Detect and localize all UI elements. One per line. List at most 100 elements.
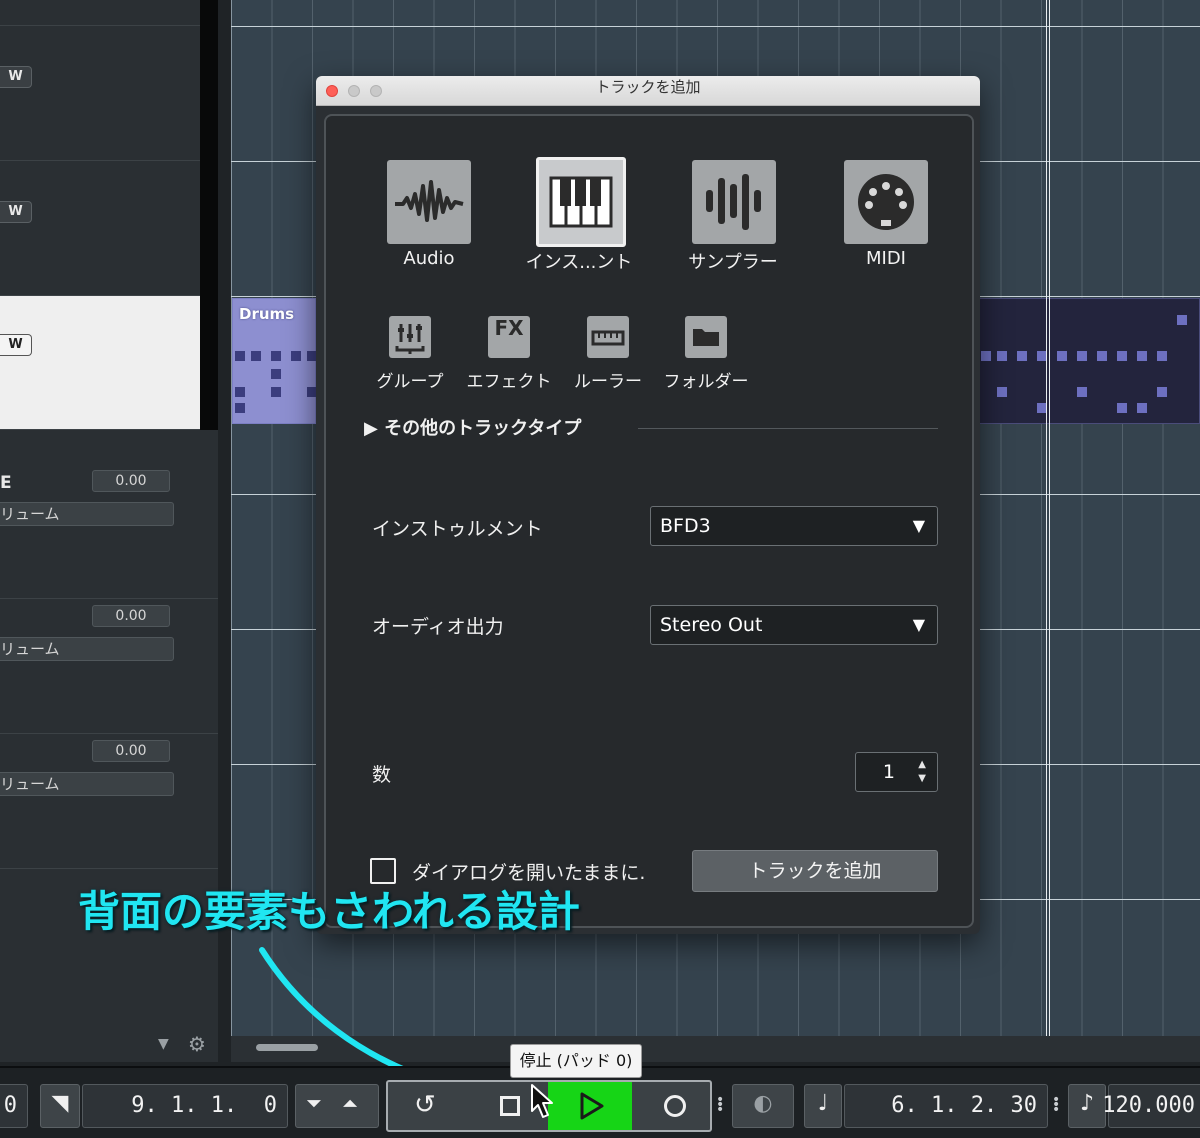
folder-icon (693, 329, 719, 346)
track-type-folder[interactable] (685, 316, 727, 358)
audio-output-select[interactable]: Stereo Out ▼ (650, 605, 938, 645)
midi-note (1077, 387, 1087, 397)
moon-icon: ◐ (753, 1091, 773, 1116)
midi-note (997, 351, 1007, 361)
stepper-up-icon[interactable]: ▲ (918, 759, 926, 770)
track-type-instrument[interactable] (536, 157, 626, 247)
play-button[interactable] (548, 1082, 632, 1130)
playhead-cursor[interactable] (1046, 0, 1050, 1036)
punch-buttons[interactable]: ⏷⏶ (295, 1084, 379, 1128)
midi-note (1137, 403, 1147, 413)
position-counter[interactable]: 0 (0, 1084, 28, 1128)
midi-note (997, 387, 1007, 397)
add-track-dialog: トラックを追加 Audio インス...ント サンプラー MIDI グループ F… (316, 76, 980, 934)
track-row[interactable]: W (0, 161, 218, 296)
track-row[interactable]: 0.00 リューム (0, 599, 218, 734)
right-locator-field[interactable]: 6. 1. 2. 30 (844, 1084, 1048, 1128)
midi-part[interactable] (978, 298, 1200, 424)
instrument-select[interactable]: BFD3 ▼ (650, 506, 938, 546)
instrument-label: インストゥルメント (372, 518, 543, 540)
track-row[interactable]: E 0.00 リューム (0, 464, 218, 599)
stepper-down-icon[interactable]: ▼ (918, 773, 926, 784)
section-rule (638, 428, 938, 429)
track-value-field[interactable]: 0.00 (92, 740, 170, 762)
volume-lane[interactable]: リューム (0, 502, 174, 526)
track-value-field[interactable]: 0.00 (92, 470, 170, 492)
track-type-sampler[interactable] (692, 160, 776, 244)
dropdown-arrow-icon: ▼ (912, 516, 925, 535)
audio-output-value: Stereo Out (660, 614, 763, 636)
track-type-label: エフェクト (466, 372, 552, 392)
right-locator-value: 6. 1. 2. 30 (891, 1093, 1037, 1118)
track-type-label: Audio (403, 248, 455, 269)
separator-grip-icon: • • • (1052, 1092, 1061, 1118)
midi-note (291, 351, 301, 361)
track-value-field[interactable]: 0.00 (92, 605, 170, 627)
tempo-note-icon: ♪ (1079, 1091, 1095, 1116)
track-type-effect[interactable]: FX (488, 316, 530, 358)
horizontal-scrollbar[interactable] (256, 1044, 318, 1051)
track-type-group[interactable] (389, 316, 431, 358)
count-stepper[interactable]: 1 ▲ ▼ (855, 752, 938, 792)
track-type-audio[interactable] (387, 160, 471, 244)
arrange-footer (231, 1036, 1200, 1062)
triangle-down-icon[interactable]: ▼ (158, 1036, 169, 1052)
track-row[interactable]: 0.00 リューム (0, 734, 218, 869)
gear-icon[interactable]: ⚙ (188, 1032, 206, 1056)
track-type-label: ルーラー (574, 372, 642, 392)
midi-note (235, 403, 245, 413)
midi-note (271, 387, 281, 397)
track-type-label: サンプラー (688, 252, 778, 273)
write-automation-button[interactable]: W (0, 66, 32, 88)
audio-output-label: オーディオ出力 (372, 616, 504, 638)
track-row[interactable] (0, 0, 218, 26)
waveform-icon (395, 180, 464, 222)
midi-note (1097, 351, 1107, 361)
midi-note (1017, 351, 1027, 361)
midi-note (1117, 403, 1127, 413)
tempo-field[interactable]: 120.000 (1102, 1084, 1200, 1128)
record-icon[interactable] (664, 1095, 686, 1117)
quarter-note-icon: ♩ (817, 1091, 829, 1116)
note-value-button[interactable]: ♩ (804, 1084, 842, 1128)
stop-tooltip: 停止 (パッド 0) (510, 1044, 642, 1078)
metronome-button[interactable]: ◐ (732, 1084, 794, 1128)
fx-icon: FX (494, 316, 524, 340)
other-track-types-disclosure[interactable]: ▶ その他のトラックタイプ (364, 414, 581, 440)
volume-lane[interactable]: リューム (0, 637, 174, 661)
midi-note (1057, 351, 1067, 361)
separator-grip-icon: • • • (716, 1092, 725, 1118)
write-automation-button[interactable]: W (0, 201, 32, 223)
track-type-midi[interactable] (844, 160, 928, 244)
left-locator-field[interactable]: 9. 1. 1. 0 (82, 1084, 288, 1128)
dropdown-arrow-icon: ▼ (912, 615, 925, 634)
track-type-label: MIDI (865, 248, 906, 269)
tempo-button[interactable]: ♪ (1068, 1084, 1106, 1128)
counter-value: 0 (3, 1093, 17, 1118)
midi-note (1137, 351, 1147, 361)
midi-note (1177, 315, 1187, 325)
track-type-ruler[interactable] (587, 316, 629, 358)
ruler-icon (591, 330, 625, 346)
left-locator-value: 9. 1. 1. 0 (131, 1093, 277, 1118)
group-faders-icon (395, 324, 425, 354)
track-row-selected[interactable]: W (0, 296, 218, 430)
write-automation-button[interactable]: W (0, 334, 32, 356)
track-row[interactable]: W (0, 26, 218, 161)
add-track-button[interactable]: トラックを追加 (692, 850, 938, 892)
midi-note (1077, 351, 1087, 361)
dialog-title: トラックを追加 (595, 78, 701, 96)
midi-note (251, 351, 261, 361)
midi-note (1117, 351, 1127, 361)
track-type-label: グループ (376, 372, 444, 392)
stop-icon[interactable] (500, 1096, 520, 1116)
left-locator-button[interactable]: ◥ (40, 1084, 80, 1128)
cycle-icon[interactable]: ↺ (414, 1090, 436, 1120)
midi-part-drums[interactable]: Drums (232, 298, 317, 424)
volume-lane[interactable]: リューム (0, 772, 174, 796)
dialog-titlebar[interactable]: トラックを追加 (316, 76, 980, 106)
track-type-label: フォルダー (663, 372, 749, 392)
track-name: E (0, 473, 12, 493)
sampler-bars-icon (706, 174, 761, 230)
track-list-footer: ▼ ⚙ (0, 1030, 218, 1060)
